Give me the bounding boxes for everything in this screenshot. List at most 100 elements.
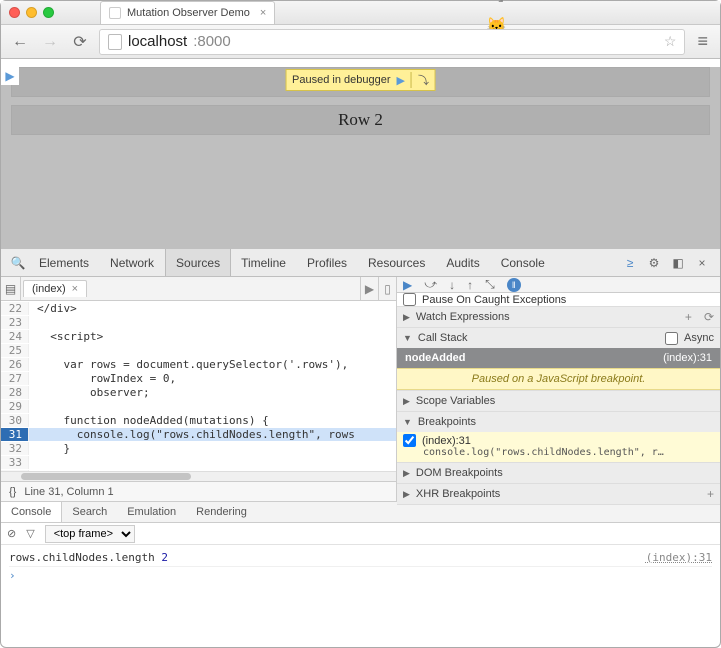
console-log-source[interactable]: (index):31 [646, 551, 712, 564]
panel-tab-sources[interactable]: Sources [165, 249, 231, 276]
debugger-sidebar: ▶ ⤻ ↓ ↑ ⤡ ‖ Pause On Caught Exceptions ▶… [397, 277, 720, 501]
breakpoint-location: (index):31 [422, 435, 471, 447]
code-line[interactable]: 28 observer; [1, 385, 396, 399]
breakpoint-checkbox[interactable] [403, 434, 416, 447]
line-number[interactable]: 22 [1, 302, 29, 315]
add-xhr-icon[interactable]: + [707, 487, 714, 501]
scope-label: Scope Variables [416, 395, 495, 407]
settings-gear-icon[interactable]: ⚙ [642, 249, 666, 276]
inspect-icon[interactable]: 🔍 [7, 249, 29, 276]
refresh-watch-icon[interactable]: ⟳ [704, 310, 714, 324]
code-line[interactable]: 24 <script> [1, 329, 396, 343]
line-number[interactable]: 30 [1, 414, 29, 427]
breakpoint-entry[interactable]: (index):31 console.log("rows.childNodes.… [397, 432, 720, 462]
format-icon[interactable]: {} [9, 486, 16, 498]
console-prompt[interactable]: › [9, 567, 712, 584]
line-number[interactable]: 27 [1, 372, 29, 385]
breakpoints-header[interactable]: ▼ Breakpoints [397, 412, 720, 432]
code-text: var rows = document.querySelector('.rows… [29, 358, 396, 371]
panel-tab-profiles[interactable]: Profiles [297, 249, 358, 276]
console-toolbar: ⊘ ▽ <top frame> [1, 523, 720, 545]
code-line[interactable]: 29 [1, 399, 396, 413]
window-close-button[interactable] [9, 7, 20, 18]
line-number[interactable]: 26 [1, 358, 29, 371]
line-number[interactable]: 24 [1, 330, 29, 343]
panel-tab-elements[interactable]: Elements [29, 249, 100, 276]
async-checkbox[interactable] [665, 332, 678, 345]
chrome-menu-icon[interactable]: ≡ [693, 31, 712, 52]
step-out-icon[interactable]: ↑ [467, 278, 473, 292]
page-resume-icon[interactable]: ▶ [1, 67, 19, 85]
bookmark-icon[interactable]: ☆ [664, 33, 677, 50]
pause-on-caught-checkbox[interactable] [403, 293, 416, 306]
line-number[interactable]: 29 [1, 400, 29, 413]
panel-tab-console[interactable]: Console [491, 249, 556, 276]
line-number[interactable]: 28 [1, 386, 29, 399]
browser-tab[interactable]: Mutation Observer Demo × [100, 1, 275, 24]
editor-tabstrip: ▤ (index) × ▶ ▯ [1, 277, 396, 301]
code-line[interactable]: 32 } [1, 441, 396, 455]
context-selector[interactable]: <top frame> [45, 525, 135, 543]
line-number[interactable]: 31 [1, 428, 29, 441]
line-number[interactable]: 33 [1, 456, 29, 469]
console-output[interactable]: rows.childNodes.length 2 (index):31 › [1, 545, 720, 588]
drawer-tab-console[interactable]: Console [1, 502, 62, 522]
xhr-breakpoints-label: XHR Breakpoints [416, 488, 500, 500]
watch-header[interactable]: ▶ Watch Expressions + ⟳ [397, 307, 720, 327]
reload-button[interactable]: ⟳ [69, 31, 91, 53]
pause-exceptions-icon[interactable]: ‖ [507, 278, 521, 292]
dock-side-icon[interactable]: ◧ [666, 249, 690, 276]
code-line[interactable]: 27 rowIndex = 0, [1, 371, 396, 385]
overlay-step-icon[interactable]: ⤵ [418, 72, 429, 88]
forward-button[interactable]: → [39, 31, 61, 53]
add-watch-icon[interactable]: + [685, 310, 692, 324]
navigator-toggle-icon[interactable]: ▤ [1, 277, 21, 300]
line-number[interactable]: 25 [1, 344, 29, 357]
code-line[interactable]: 30 function nodeAdded(mutations) { [1, 413, 396, 427]
window-minimize-button[interactable] [26, 7, 37, 18]
file-tab-index[interactable]: (index) × [23, 280, 87, 297]
tab-close-icon[interactable]: × [260, 7, 266, 19]
code-line[interactable]: 25 [1, 343, 396, 357]
toggle-drawer-icon[interactable]: ≥ [618, 249, 642, 276]
code-line[interactable]: 22</div> [1, 301, 396, 315]
drawer-tab-search[interactable]: Search [62, 502, 117, 522]
code-line[interactable]: 33 [1, 455, 396, 469]
editor-scrollbar[interactable] [1, 471, 396, 481]
debugger-controls: ▶ ⤻ ↓ ↑ ⤡ ‖ [397, 277, 720, 293]
code-editor[interactable]: 22</div>2324 <script>2526 var rows = doc… [1, 301, 396, 471]
filter-icon[interactable]: ▽ [26, 527, 34, 540]
resume-icon[interactable]: ▶ [403, 278, 412, 292]
code-line[interactable]: 31 console.log("rows.childNodes.length",… [1, 427, 396, 441]
address-bar[interactable]: localhost:8000 ☆ [99, 29, 685, 55]
back-button[interactable]: ← [9, 31, 31, 53]
history-back-icon[interactable]: ▶ [360, 277, 378, 300]
pause-on-caught-row[interactable]: Pause On Caught Exceptions [397, 293, 720, 307]
scope-header[interactable]: ▶ Scope Variables [397, 391, 720, 411]
code-line[interactable]: 23 [1, 315, 396, 329]
panel-tab-resources[interactable]: Resources [358, 249, 436, 276]
code-line[interactable]: 26 var rows = document.querySelector('.r… [1, 357, 396, 371]
step-into-icon[interactable]: ↓ [449, 278, 455, 292]
line-number[interactable]: 32 [1, 442, 29, 455]
deactivate-breakpoints-icon[interactable]: ⤡ [485, 277, 495, 292]
callstack-header[interactable]: ▼ Call Stack Async [397, 328, 720, 348]
line-number[interactable]: 23 [1, 316, 29, 329]
panel-tab-timeline[interactable]: Timeline [231, 249, 297, 276]
step-over-icon[interactable]: ⤻ [424, 277, 437, 292]
fullscreen-icon[interactable] [490, 0, 504, 6]
scrollbar-thumb[interactable] [21, 473, 191, 480]
panel-tab-network[interactable]: Network [100, 249, 165, 276]
file-tab-close-icon[interactable]: × [72, 283, 78, 295]
drawer-tab-emulation[interactable]: Emulation [117, 502, 186, 522]
callstack-frame[interactable]: nodeAdded (index):31 [397, 348, 720, 368]
panel-tab-audits[interactable]: Audits [436, 249, 490, 276]
more-tabs-icon[interactable]: ▯ [378, 277, 396, 300]
drawer-tab-rendering[interactable]: Rendering [186, 502, 257, 522]
clear-console-icon[interactable]: ⊘ [7, 527, 16, 540]
dom-breakpoints-header[interactable]: ▶ DOM Breakpoints [397, 463, 720, 483]
overlay-resume-icon[interactable]: ▶ [397, 74, 405, 87]
xhr-breakpoints-header[interactable]: ▶ XHR Breakpoints + [397, 484, 720, 504]
window-zoom-button[interactable] [43, 7, 54, 18]
devtools-close-icon[interactable]: × [690, 249, 714, 276]
